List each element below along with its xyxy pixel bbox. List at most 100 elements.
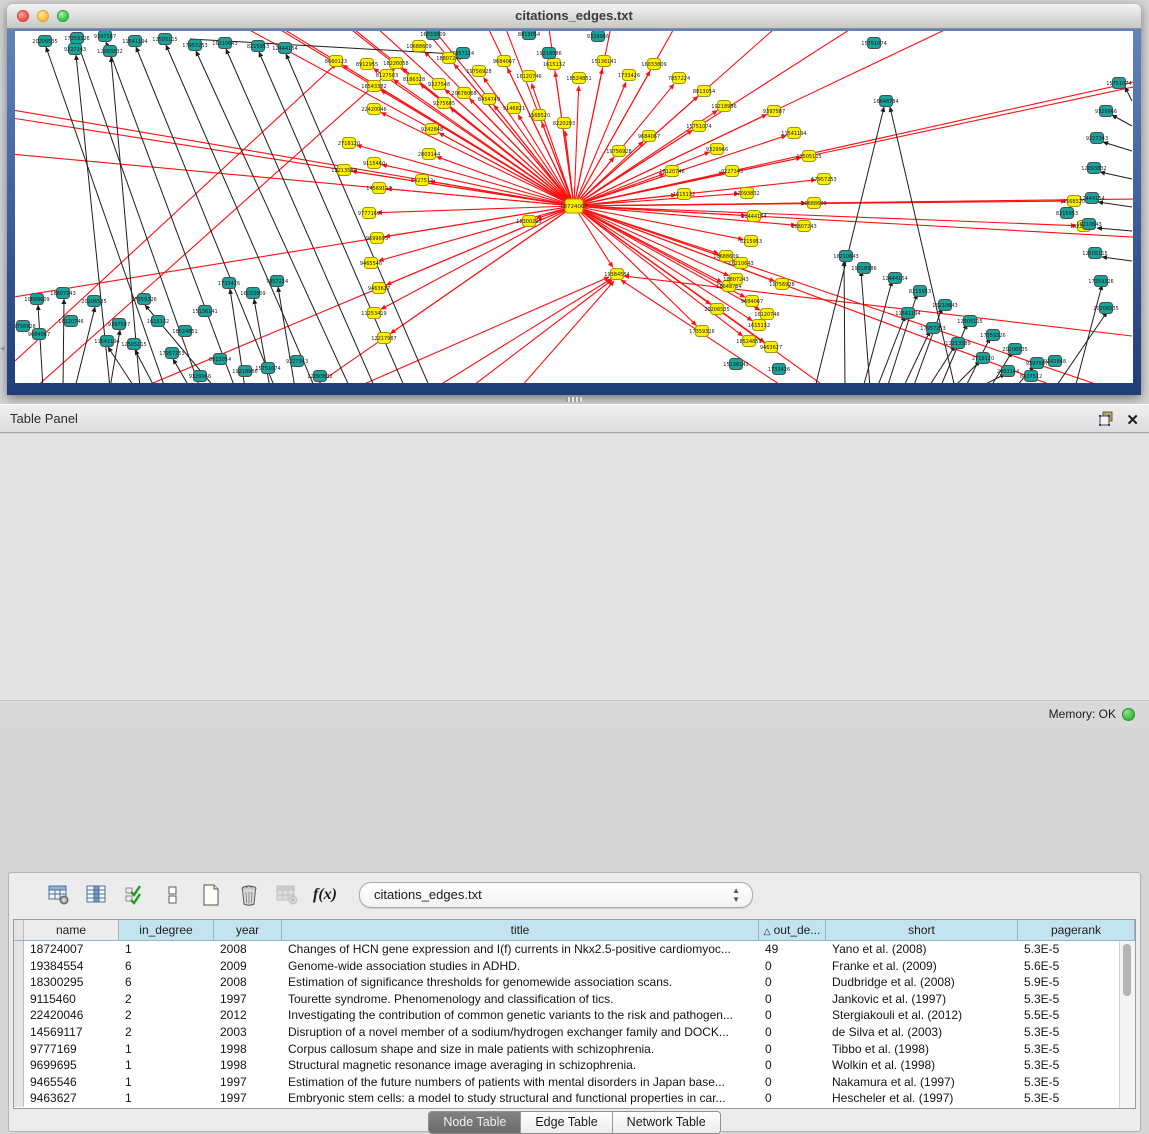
graph-node[interactable]: 18807243 [791,221,816,232]
float-panel-icon[interactable] [1099,411,1114,431]
function-builder-icon[interactable]: f(x) [313,883,337,907]
graph-node[interactable]: 18524851 [172,326,197,337]
graph-node[interactable]: 12505115 [152,34,177,45]
graph-node[interactable]: 15751074 [686,121,711,132]
table-row[interactable]: 1938455462009Genome-wide association stu… [14,958,1135,975]
graph-node[interactable]: 16120746 [659,166,684,177]
graph-node[interactable]: 9465546 [360,258,382,269]
graph-node[interactable]: 7857224 [668,73,690,84]
graph-node[interactable]: 9329966 [706,144,728,155]
graph-node[interactable]: 18524851 [566,73,591,84]
graph-node[interactable]: 10688609 [801,198,826,209]
column-chooser-icon[interactable] [85,883,109,907]
graph-node[interactable]: 15136141 [723,359,748,370]
collapse-west-panel-arrow[interactable]: ◂ [0,338,8,358]
graph-node[interactable]: 12093832 [97,46,122,57]
graph-node[interactable]: 7857224 [266,276,288,287]
graph-node[interactable]: 9329966 [587,31,609,42]
graph-node[interactable]: 8215953 [1056,208,1078,219]
graph-node[interactable]: 11541194 [94,336,119,347]
graph-node[interactable]: 9227343 [721,166,743,177]
tab-network-table[interactable]: Network Table [613,1112,720,1133]
row-height-icon[interactable] [161,883,185,907]
column-header-name[interactable]: name [24,920,119,941]
graph-node[interactable]: 9684067 [28,329,50,340]
table-row[interactable]: 946554611997Estimation of the future num… [14,1074,1135,1091]
zoom-window-button[interactable] [57,10,69,22]
graph-node[interactable]: 9275685 [433,98,455,109]
table-header-row[interactable]: namein_degreeyeartitle△out_de...shortpag… [14,920,1135,941]
graph-node[interactable]: 12505115 [957,316,982,327]
network-canvas[interactable]: 8660123891295518226058812750316543382818… [15,31,1133,383]
import-table-icon[interactable] [275,883,299,907]
graph-node[interactable]: 14569117 [366,183,391,194]
graph-node[interactable]: 1615132 [147,316,169,327]
window-titlebar[interactable]: citations_edges.txt [7,4,1141,29]
graph-node[interactable]: 11253419 [361,308,386,319]
graph-node[interactable]: 19218986 [851,263,876,274]
graph-node[interactable]: 12217987 [371,333,396,344]
graph-node[interactable]: 18807243 [50,288,75,299]
graph-node[interactable]: 9115460 [363,158,385,169]
graph-node[interactable]: 16033809 [641,59,666,70]
graph-node[interactable]: 8220203 [553,118,575,129]
minimize-window-button[interactable] [37,10,49,22]
graph-node[interactable]: 9463627 [760,342,782,353]
table-row[interactable]: 969969511998Structural magnetic resonanc… [14,1057,1135,1074]
graph-node[interactable]: 19756928 [606,146,631,157]
graph-node[interactable]: 8454749 [478,94,500,105]
graph-node[interactable]: 1733426 [768,364,790,375]
table-selector-dropdown[interactable]: citations_edges.txt ▲▼ [359,882,753,908]
table-mode-icon[interactable] [47,883,71,907]
graph-node[interactable]: 2718120 [338,138,360,149]
graph-node[interactable]: 19218986 [536,48,561,59]
tab-node-table[interactable]: Node Table [429,1112,521,1133]
graph-node[interactable]: 18226058 [383,58,408,69]
graph-node[interactable]: 19218986 [232,366,257,377]
graph-node[interactable]: 20676068 [451,88,476,99]
graph-node[interactable]: 19218986 [711,101,736,112]
graph-node[interactable]: 9227343 [1086,133,1108,144]
table-row[interactable]: 977716911998Corpus callosum shape and si… [14,1041,1135,1058]
create-column-icon[interactable] [199,883,223,907]
graph-node[interactable]: 17359326 [980,330,1005,341]
graph-node[interactable]: 20206535 [1002,344,1027,355]
graph-node[interactable]: 8813054 [518,31,540,40]
table-row[interactable]: 911546021997Tourette syndrome. Phenomeno… [14,991,1135,1008]
citation-graph[interactable]: 8660123891295518226058812750316543382818… [15,31,1133,383]
graph-node[interactable]: 17957253 [811,174,836,185]
graph-node[interactable]: 1615132 [748,320,770,331]
graph-node[interactable]: 20206535 [81,296,106,307]
graph-node[interactable]: 16648784 [873,96,898,107]
graph-node[interactable]: 1733426 [618,70,640,81]
table-row[interactable]: 1872400712008Changes of HCN gene express… [14,941,1135,958]
graph-node[interactable]: 12093832 [734,188,759,199]
delete-column-icon[interactable] [237,883,261,907]
graph-node[interactable]: 8215953 [740,236,762,247]
table-row[interactable]: 2242004622012Investigating the contribut… [14,1007,1135,1024]
column-header-pagerank[interactable]: pagerank [1018,920,1135,941]
column-header-in_degree[interactable]: in_degree [119,920,214,941]
graph-node[interactable]: 15751074 [255,363,280,374]
graph-node[interactable]: 16120746 [754,309,779,320]
graph-node[interactable]: 2803144 [418,149,440,160]
graph-node[interactable]: 17359326 [1088,276,1113,287]
graph-node[interactable]: 17359326 [64,33,89,44]
graph-node[interactable]: 9329966 [1095,106,1117,117]
table-row[interactable]: 1456911722003Disruption of a novel membe… [14,1024,1135,1041]
graph-node[interactable]: 15136141 [591,56,616,67]
graph-node[interactable]: 17957253 [159,348,184,359]
graph-node[interactable]: 9327548 [428,79,450,90]
column-header-title[interactable]: title [282,920,759,941]
graph-node[interactable]: 8813054 [209,354,231,365]
graph-node[interactable]: 12213589 [331,165,356,176]
graph-node[interactable]: 9777169 [358,208,380,219]
graph-node[interactable]: 16210643 [833,251,858,262]
graph-node[interactable]: 1615132 [543,59,565,70]
graph-node[interactable]: 9146821 [503,103,525,114]
close-window-button[interactable] [17,10,29,22]
graph-node[interactable]: 1733426 [218,278,240,289]
graph-node[interactable]: 1568520 [528,110,550,121]
graph-node[interactable]: 20206535 [32,36,57,47]
graph-node[interactable]: 12505115 [121,339,146,350]
